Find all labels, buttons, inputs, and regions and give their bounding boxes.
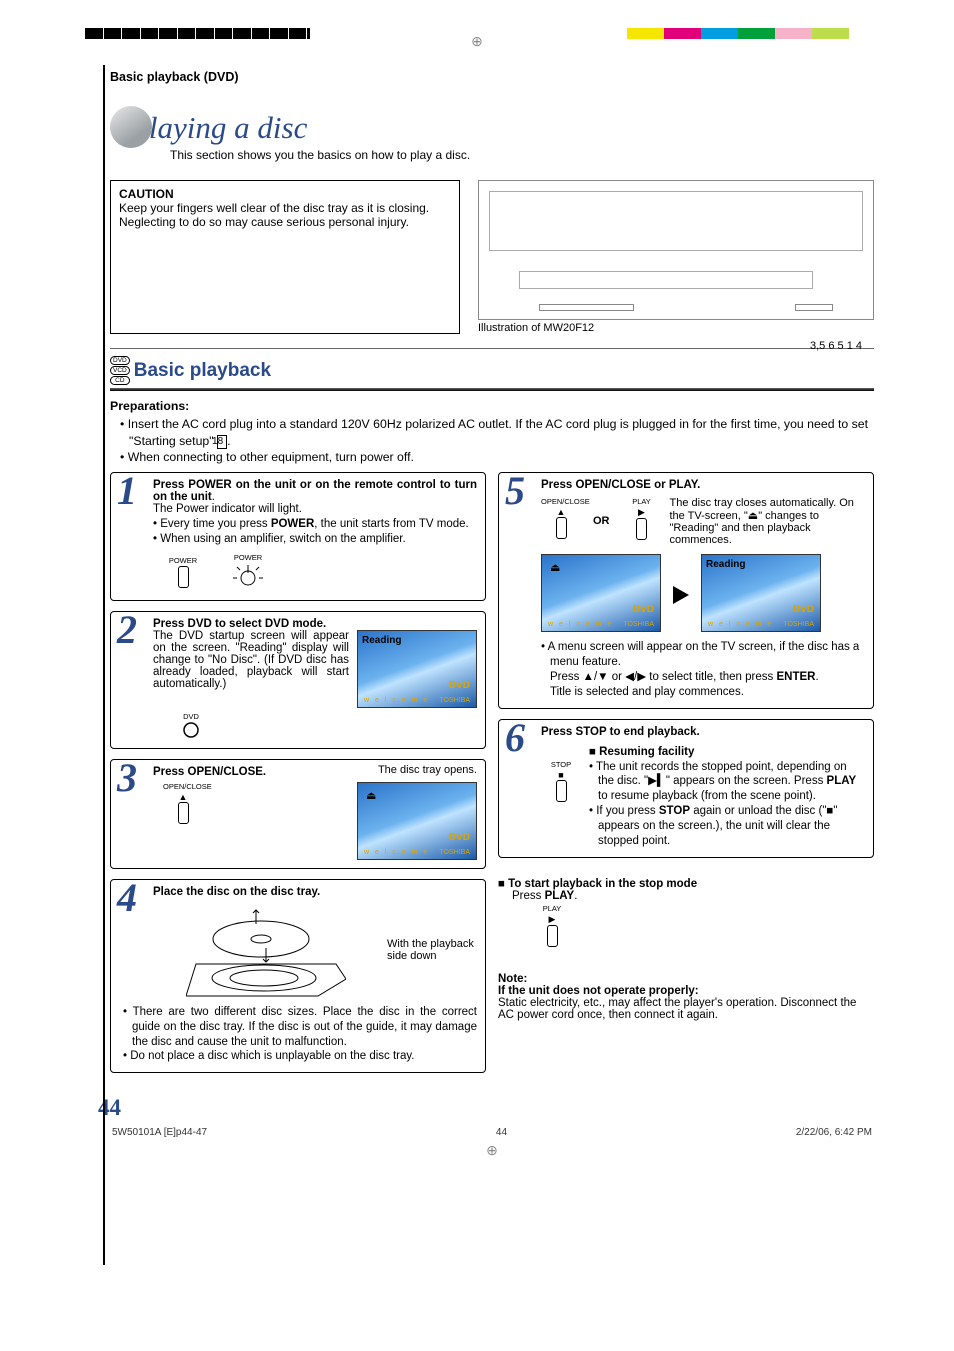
page-number: 44	[98, 1095, 874, 1121]
page-reference: 18	[217, 435, 227, 449]
illustration-callouts: 3,5 6 5 1 4	[810, 340, 862, 352]
breadcrumb: Basic playback (DVD)	[110, 70, 874, 84]
registration-mark: ⊕	[110, 1142, 874, 1159]
tv-screen-thumbnail: Reading DVD w e l c o m e TOSHIBA	[357, 630, 477, 708]
step-number-icon: 2	[117, 610, 137, 650]
note-body: Static electricity, etc., may affect the…	[498, 997, 856, 1021]
tv-screen-thumbnail: Reading DVD w e l c o m e TOSHIBA	[701, 554, 821, 632]
prep-item: When connecting to other equipment, turn…	[120, 449, 874, 466]
illustration-caption: Illustration of MW20F12	[478, 322, 594, 334]
tv-screen-thumbnail: ⏏ DVD w e l c o m e TOSHIBA	[357, 782, 477, 860]
step-number-icon: 6	[505, 718, 525, 758]
step-lead: Place the disc on the disc tray.	[153, 886, 477, 898]
power-remote-icon: POWER	[163, 556, 203, 588]
step-2: 2 Press DVD to select DVD mode. The DVD …	[110, 611, 486, 749]
step-3: 3 Press OPEN/CLOSE. The disc tray opens.…	[110, 759, 486, 869]
step-lead: Press OPEN/CLOSE or PLAY.	[541, 479, 865, 491]
step-6: 6 Press STOP to end playback. STOP ■ ■ R…	[498, 719, 874, 859]
caution-heading: CAUTION	[119, 187, 174, 201]
stop-button-icon: STOP ■	[541, 760, 581, 802]
play-button-icon: PLAY ▶	[532, 904, 572, 947]
registration-mark: ⊕	[471, 33, 483, 50]
step-1: 1 Press POWER on the unit or on the remo…	[110, 472, 486, 601]
step-bullet: There are two different disc sizes. Plac…	[123, 1005, 477, 1050]
intro-text: This section shows you the basics on how…	[170, 148, 470, 162]
step-4: 4 Place the disc on the disc tray.	[110, 879, 486, 1074]
note-heading: Note:	[498, 973, 874, 985]
dvd-button-icon: DVD	[171, 712, 211, 740]
disc-type-badges: DVD VCD CD	[110, 355, 130, 386]
footer: 5W50101A [E]p44-47 44 2/22/06, 6:42 PM	[110, 1127, 874, 1138]
preparations: Preparations: Insert the AC cord plug in…	[110, 399, 874, 466]
footer-mid: 44	[496, 1127, 507, 1138]
open-close-button-icon: OPEN/CLOSE ▲	[541, 497, 581, 539]
step-number-icon: 5	[505, 471, 525, 511]
eject-icon: ⏏	[366, 789, 376, 802]
step-lead: Press DVD to select DVD mode.	[153, 618, 477, 630]
step-text: The Power indicator will light.	[153, 503, 302, 515]
step-bullet: If you press STOP again or unload the di…	[589, 804, 865, 849]
step-text: The DVD startup screen will appear on th…	[153, 630, 349, 690]
margin-rule	[103, 65, 105, 1265]
caution-box: CAUTION Keep your fingers well clear of …	[110, 180, 460, 334]
step-number-icon: 3	[117, 758, 137, 798]
step-bullet: When using an amplifier, switch on the a…	[153, 532, 477, 547]
resuming-heading: ■ Resuming facility	[589, 746, 865, 758]
step-text: With the playback side down	[387, 938, 477, 962]
step-number-icon: 1	[117, 471, 137, 511]
start-playback-section: ■ To start playback in the stop mode Pre…	[498, 878, 874, 947]
step-lead: Press STOP to end playback.	[541, 726, 865, 738]
title-ornament	[110, 106, 152, 148]
open-close-button-icon: OPEN/CLOSE ▲	[163, 782, 203, 824]
eject-icon: ⏏	[550, 561, 560, 574]
page-title: Playing a disc	[130, 106, 470, 146]
step-text: The disc tray closes automatically. On t…	[670, 497, 866, 546]
note-subheading: If the unit does not operate properly:	[498, 985, 874, 997]
preparations-heading: Preparations:	[110, 399, 189, 413]
arrow-right-icon	[673, 586, 689, 604]
step-bullet: Do not place a disc which is unplayable …	[123, 1049, 477, 1064]
step-5: 5 Press OPEN/CLOSE or PLAY. OPEN/CLOSE ▲…	[498, 472, 874, 709]
section-title: Basic playback	[134, 360, 271, 382]
footer-left: 5W50101A [E]p44-47	[112, 1127, 207, 1138]
step-bullet: The unit records the stopped point, depe…	[589, 760, 865, 805]
tv-screen-thumbnail: ⏏ DVD w e l c o m e TOSHIBA	[541, 554, 661, 632]
step-lead: Press OPEN/CLOSE.	[153, 766, 266, 778]
step-bullet: A menu screen will appear on the TV scre…	[541, 640, 865, 700]
power-unit-icon: POWER	[233, 553, 263, 592]
crop-marks: ⊕	[0, 0, 954, 40]
note-block: Note: If the unit does not operate prope…	[498, 973, 874, 1021]
step-number-icon: 4	[117, 878, 137, 918]
caution-body: Keep your fingers well clear of the disc…	[119, 201, 429, 229]
play-button-icon: PLAY ▶	[622, 497, 662, 540]
footer-right: 2/22/06, 6:42 PM	[796, 1127, 872, 1138]
play-resume-icon: ▶▍	[648, 775, 666, 787]
product-illustration	[478, 180, 874, 320]
step-bullet: Every time you press POWER, the unit sta…	[153, 517, 477, 532]
step-lead: Press POWER on the unit or on the remote…	[153, 479, 477, 503]
or-label: OR	[593, 515, 610, 527]
prep-item: Insert the AC cord plug into a standard …	[120, 416, 874, 449]
disc-tray-illustration	[186, 904, 346, 999]
